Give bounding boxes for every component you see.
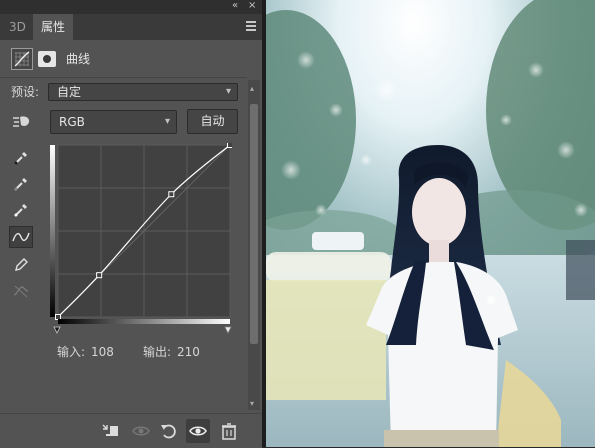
channel-value: RGB xyxy=(59,115,85,129)
curves-graph[interactable] xyxy=(50,142,233,337)
close-panel-icon[interactable]: × xyxy=(248,0,256,12)
chevron-down-icon: ▾ xyxy=(225,86,231,97)
output-label: 输出: xyxy=(143,345,172,359)
tab-3d[interactable]: 3D xyxy=(9,14,26,40)
gray-point-eyedropper-icon[interactable] xyxy=(9,173,33,195)
preset-dropdown[interactable]: 自定 ▾ xyxy=(48,83,238,101)
panel-tabbar: 3D 属性 xyxy=(0,14,262,40)
curve-control-point[interactable] xyxy=(96,272,103,279)
panel-menu-icon[interactable] xyxy=(246,21,256,31)
tab-properties[interactable]: 属性 xyxy=(33,14,74,40)
header-divider xyxy=(0,77,247,78)
white-slider-icon[interactable] xyxy=(224,326,232,334)
chevron-down-icon: ▾ xyxy=(164,116,170,127)
channel-dropdown[interactable]: RGB ▾ xyxy=(50,110,177,134)
curve-control-point[interactable] xyxy=(55,314,61,320)
output-value: 210 xyxy=(177,345,200,359)
pencil-draw-icon[interactable] xyxy=(9,254,33,276)
preset-label: 预设: xyxy=(11,85,40,99)
panel-title-strip: « × xyxy=(0,0,262,14)
auto-button[interactable]: 自动 xyxy=(187,109,238,134)
smooth-curve-icon[interactable] xyxy=(9,280,33,302)
curve-control-point[interactable] xyxy=(168,191,175,198)
clip-to-layer-icon[interactable] xyxy=(100,420,122,442)
white-point-eyedropper-icon[interactable] xyxy=(9,199,33,221)
preset-value: 自定 xyxy=(57,85,82,99)
input-value: 108 xyxy=(91,345,114,359)
document-canvas[interactable] xyxy=(266,0,595,447)
curves-adjustment-icon[interactable] xyxy=(11,48,33,70)
scrollbar-thumb[interactable] xyxy=(250,104,258,344)
on-image-adjust-icon[interactable] xyxy=(11,112,33,132)
output-gradient-bar xyxy=(50,145,55,317)
visibility-eye-icon[interactable] xyxy=(186,419,210,443)
curve-control-point[interactable] xyxy=(227,142,233,148)
black-slider-icon[interactable] xyxy=(53,326,61,334)
trash-icon[interactable] xyxy=(218,420,240,442)
panel-scrollbar[interactable]: ▴ ▾ xyxy=(248,80,260,410)
input-gradient-bar xyxy=(58,319,230,324)
layer-mask-icon[interactable] xyxy=(38,51,56,67)
scroll-up-icon[interactable]: ▴ xyxy=(250,84,254,93)
view-previous-state-icon[interactable] xyxy=(130,420,152,442)
collapse-panels-icon[interactable]: « xyxy=(232,0,238,12)
curve-point-mode-icon[interactable] xyxy=(9,226,33,248)
scroll-down-icon[interactable]: ▾ xyxy=(250,399,254,408)
properties-panel: « × 3D 属性 曲线 预设: 自定 ▾ RGB ▾ 自动 输入: 108 输… xyxy=(0,0,262,448)
portrait-photo xyxy=(266,0,595,447)
adjustment-name: 曲线 xyxy=(66,52,91,66)
black-point-eyedropper-icon[interactable] xyxy=(9,147,33,169)
curves-graph-svg[interactable] xyxy=(50,142,233,337)
reset-icon[interactable] xyxy=(158,420,180,442)
panel-bottom-toolbar xyxy=(0,413,262,448)
input-label: 输入: xyxy=(57,345,86,359)
